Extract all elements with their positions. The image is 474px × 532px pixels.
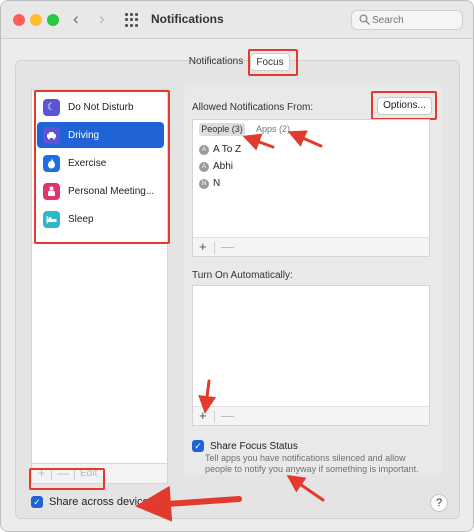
list-item[interactable]: A A To Z	[199, 144, 241, 155]
turn-on-automatically-heading: Turn On Automatically:	[192, 270, 293, 281]
bed-icon	[43, 210, 60, 228]
zoom-window-button[interactable]	[47, 14, 59, 26]
list-item-sleep[interactable]: Sleep	[37, 206, 164, 232]
divider	[214, 411, 215, 423]
person-name: Abhi	[213, 161, 234, 172]
add-automation-button[interactable]: +	[199, 408, 207, 423]
close-window-button[interactable]	[13, 14, 25, 26]
focus-item-label: Do Not Disturb	[68, 101, 134, 113]
list-controls: + — Edit	[31, 464, 168, 484]
list-item[interactable]: A Abhi	[199, 161, 233, 172]
list-item[interactable]: N N	[199, 178, 220, 189]
options-button[interactable]: Options...	[377, 97, 432, 115]
divider	[74, 468, 75, 480]
share-focus-status-description: Tell apps you have notifications silence…	[205, 453, 419, 474]
tab-notifications[interactable]: Notifications	[184, 53, 248, 71]
share-across-devices-checkbox[interactable]: ✓	[31, 496, 43, 508]
focus-item-label: Personal Meeting...	[68, 185, 155, 197]
person-icon	[43, 182, 60, 200]
list-item-exercise[interactable]: Exercise	[37, 150, 164, 176]
title-bar: ‹ › Notifications	[1, 1, 473, 39]
share-focus-status-row[interactable]: ✓ Share Focus Status	[192, 440, 298, 452]
segment-people[interactable]: People (3)	[199, 123, 245, 136]
remove-automation-button[interactable]: —	[221, 408, 234, 423]
search-input[interactable]	[372, 13, 458, 27]
person-name: N	[213, 178, 221, 189]
share-focus-status-label: Share Focus Status	[210, 440, 298, 452]
forward-arrow-icon[interactable]: ›	[99, 9, 105, 29]
avatar: N	[199, 178, 209, 189]
search-icon	[359, 14, 370, 25]
focus-mode-list: ☾ Do Not Disturb Driving Exercise Person…	[31, 89, 168, 464]
share-focus-status-checkbox[interactable]: ✓	[192, 440, 204, 452]
segment-apps[interactable]: Apps (2)	[253, 123, 293, 136]
automation-box-toolbar: + —	[192, 406, 430, 426]
divider	[51, 468, 52, 480]
remove-focus-button[interactable]: —	[57, 466, 69, 480]
turn-on-automatically-box	[192, 285, 430, 407]
list-item-do-not-disturb[interactable]: ☾ Do Not Disturb	[37, 94, 164, 120]
help-button[interactable]: ?	[430, 494, 448, 512]
add-focus-button[interactable]: +	[38, 466, 45, 480]
focus-item-label: Exercise	[68, 157, 107, 169]
divider	[214, 242, 215, 254]
flame-icon	[43, 154, 60, 172]
minimize-window-button[interactable]	[30, 14, 42, 26]
edit-focus-button[interactable]: Edit	[80, 468, 97, 479]
back-arrow-icon[interactable]: ‹	[73, 9, 79, 29]
allowed-box-toolbar: + —	[192, 237, 430, 257]
moon-icon: ☾	[43, 98, 60, 116]
list-item-personal-meeting[interactable]: Personal Meeting...	[37, 178, 164, 204]
allowed-notifications-heading: Allowed Notifications From:	[192, 102, 314, 113]
car-icon	[43, 126, 60, 144]
tab-focus[interactable]: Focus	[250, 53, 290, 71]
remove-allowed-button[interactable]: —	[221, 239, 234, 254]
share-across-devices-row[interactable]: ✓ Share across devices	[31, 496, 154, 508]
avatar: A	[199, 161, 209, 172]
search-box[interactable]	[351, 10, 463, 30]
list-item-driving[interactable]: Driving	[37, 122, 164, 148]
focus-item-label: Driving	[68, 129, 100, 141]
share-across-devices-label: Share across devices	[49, 496, 155, 508]
add-allowed-button[interactable]: +	[199, 239, 207, 254]
focus-item-label: Sleep	[68, 213, 94, 225]
person-name: A To Z	[213, 144, 242, 155]
window-title: Notifications	[151, 12, 224, 26]
system-preferences-window: ‹ › Notifications Notifications Focus ☾ …	[0, 0, 474, 532]
avatar: A	[199, 144, 209, 155]
show-all-grid-icon[interactable]	[125, 13, 139, 27]
